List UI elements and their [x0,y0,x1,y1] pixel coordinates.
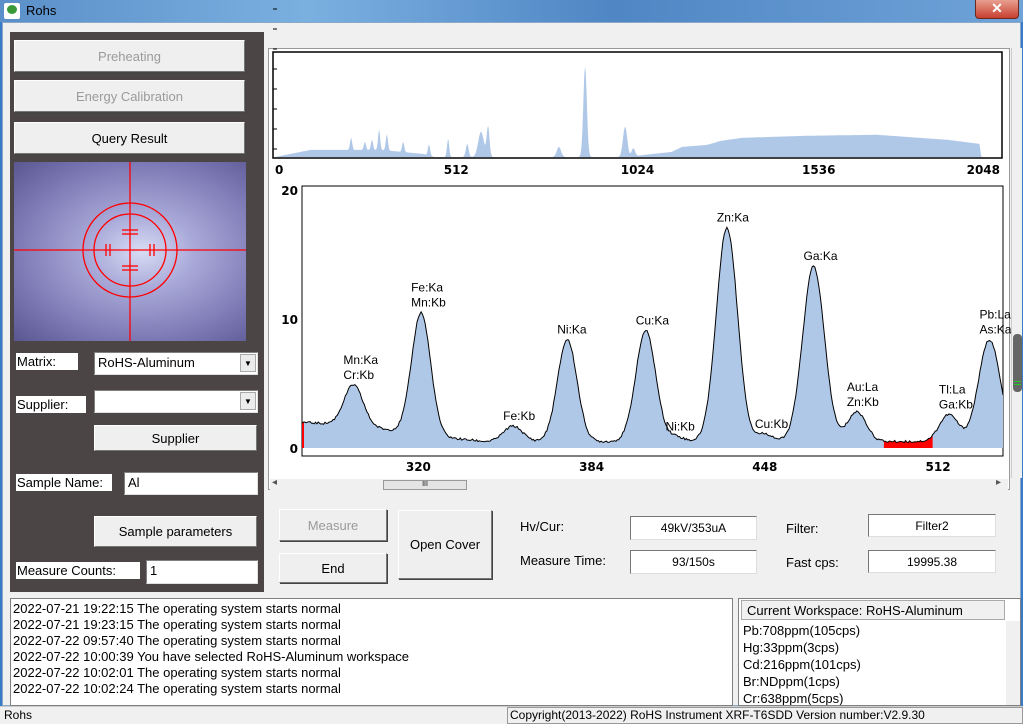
peak-label: As:Ka [979,323,1011,337]
x-tick-label: 384 [579,460,604,474]
x-tick-label: 320 [406,460,431,474]
result-item: Hg:33ppm(3cps) [743,640,840,655]
x-tick-label: 512 [926,460,951,474]
peak-label: Cr:Kb [343,368,374,382]
overview-x-tick-label: 1024 [621,163,654,177]
result-item: Cr:638ppm(5cps) [743,691,844,706]
scroll-right-icon[interactable]: ▸ [996,477,1001,488]
overview-x-tick-label: 1536 [802,163,835,177]
results-list: Pb:708ppm(105cps) Hg:33ppm(3cps) Cd:216p… [743,622,861,706]
horizontal-scrollbar[interactable]: ◂ III ▸ [270,477,1008,491]
fast-cps-label: Fast cps: [786,555,839,570]
vertical-scrollbar[interactable] [1011,48,1022,478]
y-tick-label: 10 [281,313,298,327]
peak-label: Fe:Ka [411,281,443,295]
log-entry: 2022-07-22 09:57:40 The operating system… [13,633,341,648]
peak-label: Mn:Kb [411,296,446,310]
y-tick-label: 0 [290,442,298,456]
peak-label: Zn:Ka [717,210,749,224]
scroll-thumb[interactable]: III [383,480,467,490]
scroll-left-icon[interactable]: ◂ [272,477,277,488]
x-tick-label: 448 [752,460,777,474]
peak-label: Tl:La [939,382,966,396]
peak-label: Fe:Kb [503,409,535,423]
workspace-header[interactable]: Current Workspace: RoHS-Aluminum [741,600,1005,620]
log-entry: 2022-07-22 10:02:24 The operating system… [13,681,341,696]
peak-label: Zn:Kb [847,395,879,409]
event-log[interactable]: 2022-07-21 19:22:15 The operating system… [10,598,733,706]
measure-time-label: Measure Time: [520,553,606,568]
peak-label: Ni:Kb [666,419,696,433]
log-entry: 2022-07-22 10:00:39 You have selected Ro… [13,649,410,664]
overview-x-tick-label: 2048 [967,163,1000,177]
sample-parameters-button[interactable]: Sample parameters [94,516,257,547]
workspace-results-panel: Current Workspace: RoHS-Aluminum Pb:708p… [738,598,1021,706]
filter-value: Filter2 [868,514,996,537]
peak-label: Pb:La [979,308,1011,322]
result-item: Br:NDppm(1cps) [743,674,840,689]
status-copyright: Copyright(2013-2022) RoHS Instrument XRF… [507,707,1023,724]
overview-x-tick-label: 512 [444,163,469,177]
scroll-marker-icon [1014,381,1021,385]
hv-cur-value: 49kV/353uA [630,516,757,540]
peak-label: Ga:Ka [804,249,838,263]
open-cover-button[interactable]: Open Cover [398,510,492,579]
measure-counts-input[interactable]: 1 [146,560,258,584]
measure-counts-label: Measure Counts: [16,562,140,579]
measure-button[interactable]: Measure [279,509,387,541]
measure-time-value: 93/150s [630,550,757,574]
log-entry: 2022-07-21 19:23:15 The operating system… [13,617,341,632]
overview-x-tick-label: 0 [275,163,283,177]
log-entry: 2022-07-21 19:22:15 The operating system… [13,601,341,616]
overview-spectrum-area [275,66,1000,157]
result-item: Cd:216ppm(101cps) [743,657,861,672]
peak-label: Mn:Ka [343,353,378,367]
hv-cur-label: Hv/Cur: [520,519,565,534]
y-tick-label: 20 [281,184,298,198]
peak-label: Ga:Kb [939,397,973,411]
peak-label: Cu:Ka [636,314,670,328]
peak-label: Ni:Ka [557,323,587,337]
status-app-name: Rohs [4,708,33,722]
results-scrollbar[interactable] [1006,621,1020,705]
filter-label: Filter: [786,521,819,536]
fast-cps-value: 19995.38 [868,550,996,573]
result-item: Pb:708ppm(105cps) [743,623,861,638]
log-entry: 2022-07-22 10:02:01 The operating system… [13,665,341,680]
peak-label: Au:La [847,380,879,394]
spectrum-charts: 0 512 1024 1536 2048 0 10 20 320 384 448 512 Mn:KaCr… [272,8,1012,474]
end-button[interactable]: End [279,553,387,583]
peak-label: Cu:Kb [755,417,789,431]
